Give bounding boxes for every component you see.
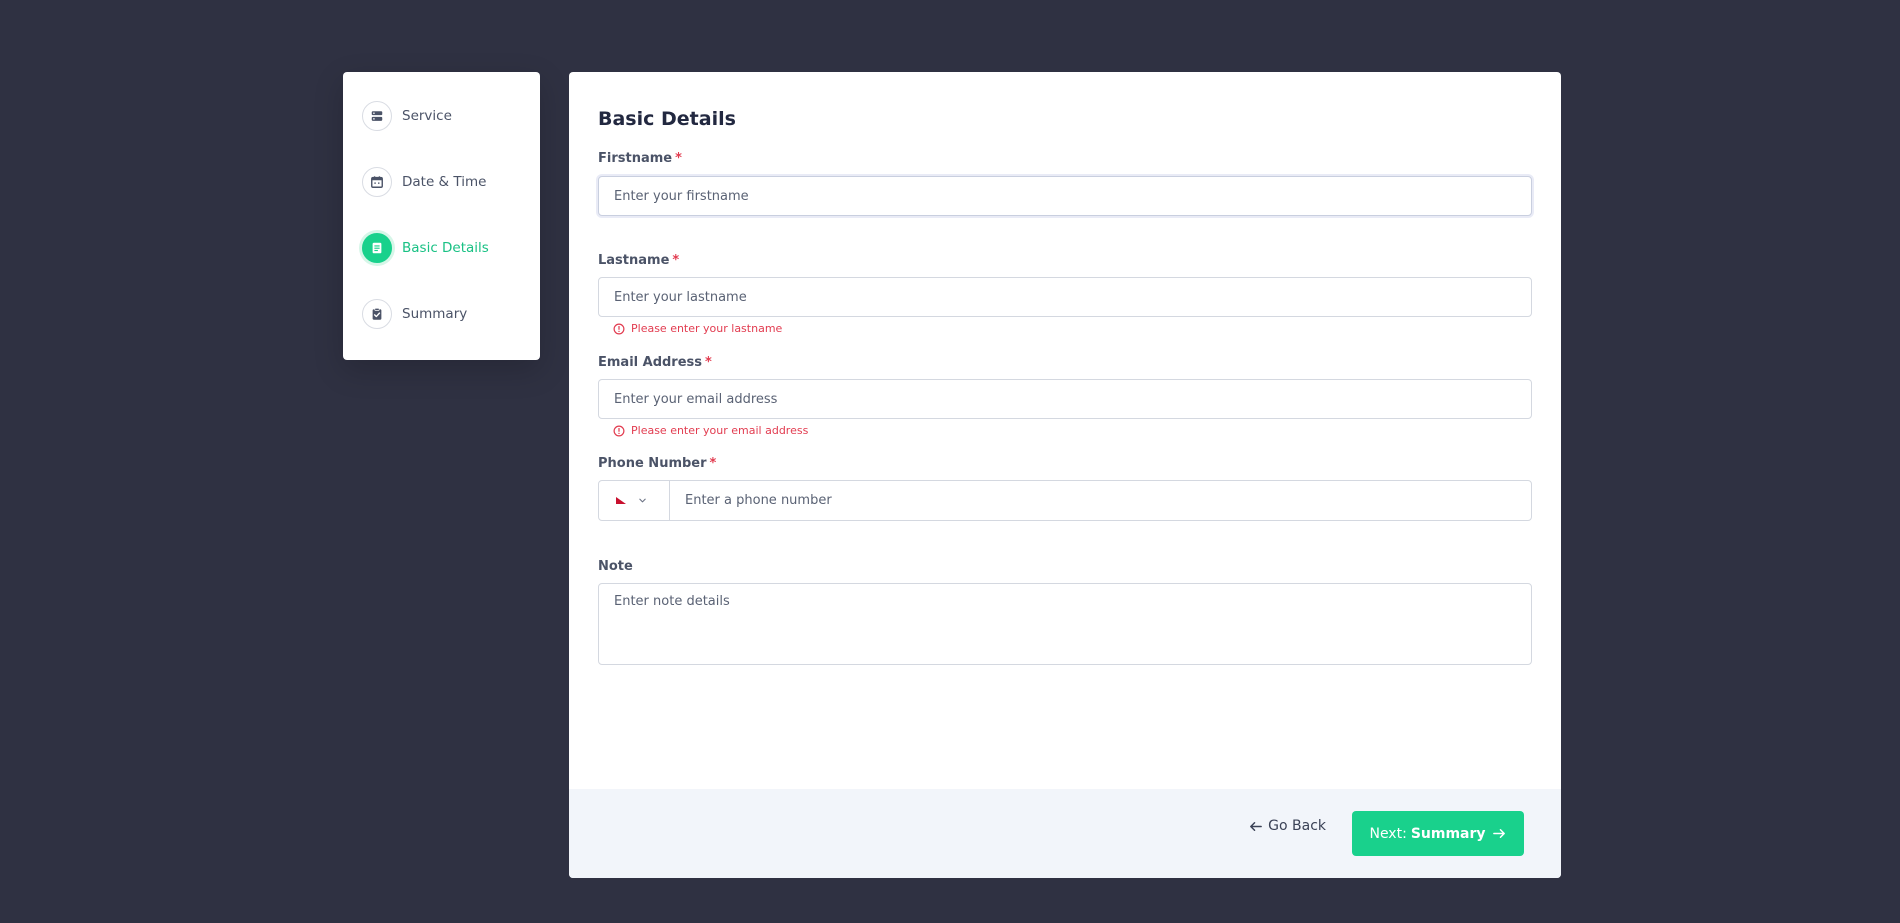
phone-input[interactable] [670,481,1531,520]
note-label: Note [598,559,633,574]
server-icon [362,101,392,131]
lastname-input[interactable] [598,277,1532,317]
required-mark: * [705,355,712,370]
clipboard-check-icon [362,299,392,329]
required-mark: * [672,253,680,268]
step-basic-details[interactable]: Basic Details [362,232,489,264]
arrow-right-icon [1492,829,1505,838]
document-icon [362,233,392,263]
note-textarea[interactable] [598,583,1532,665]
step-label: Basic Details [402,240,489,256]
go-back-label: Go Back [1268,818,1326,834]
firstname-input[interactable] [598,176,1532,216]
phone-label-text: Phone Number [598,456,707,471]
lastname-label: Lastname * [598,253,679,268]
step-summary[interactable]: Summary [362,298,467,330]
alert-circle-icon [613,425,625,436]
email-error-text: Please enter your email address [631,424,809,437]
phone-field [598,480,1532,521]
email-label-text: Email Address [598,355,703,370]
step-service[interactable]: Service [362,100,452,132]
email-label: Email Address * [598,355,712,370]
email-error: Please enter your email address [613,424,808,437]
basic-details-panel: Basic Details Firstname* Lastname* Pleas… [569,72,1561,878]
step-label: Date & Time [402,174,487,190]
required-mark: * [675,151,682,166]
email-input[interactable] [598,379,1532,419]
step-date-time[interactable]: Date & Time [362,166,486,198]
firstname-label: Firstname * [598,151,682,166]
go-back-button[interactable]: Go Back [1248,818,1326,834]
lastname-error-text: Please enter your lastname [631,322,783,335]
steps-sidebar: Service Date & Time Basic Details Summar… [343,72,540,360]
firstname-label-text: Firstname [598,151,673,166]
alert-circle-icon [613,323,625,334]
flag-icon [616,497,626,504]
lastname-label-text: Lastname [598,253,670,268]
next-prefix: Next: [1369,825,1407,842]
arrow-left-icon [1250,821,1263,831]
form-footer: Go Back Next: Summary [569,789,1561,878]
page-title: Basic Details [598,108,736,130]
phone-label: Phone Number * [598,456,716,471]
chevron-down-icon [639,498,646,503]
calendar-icon [362,167,392,197]
next-summary-button[interactable]: Next: Summary [1352,811,1524,856]
step-label: Service [402,108,452,124]
next-target: Summary [1410,825,1486,842]
step-label: Summary [402,306,468,322]
lastname-error: Please enter your lastname [613,322,782,335]
country-code-select[interactable] [599,481,670,520]
required-mark: * [709,456,717,471]
